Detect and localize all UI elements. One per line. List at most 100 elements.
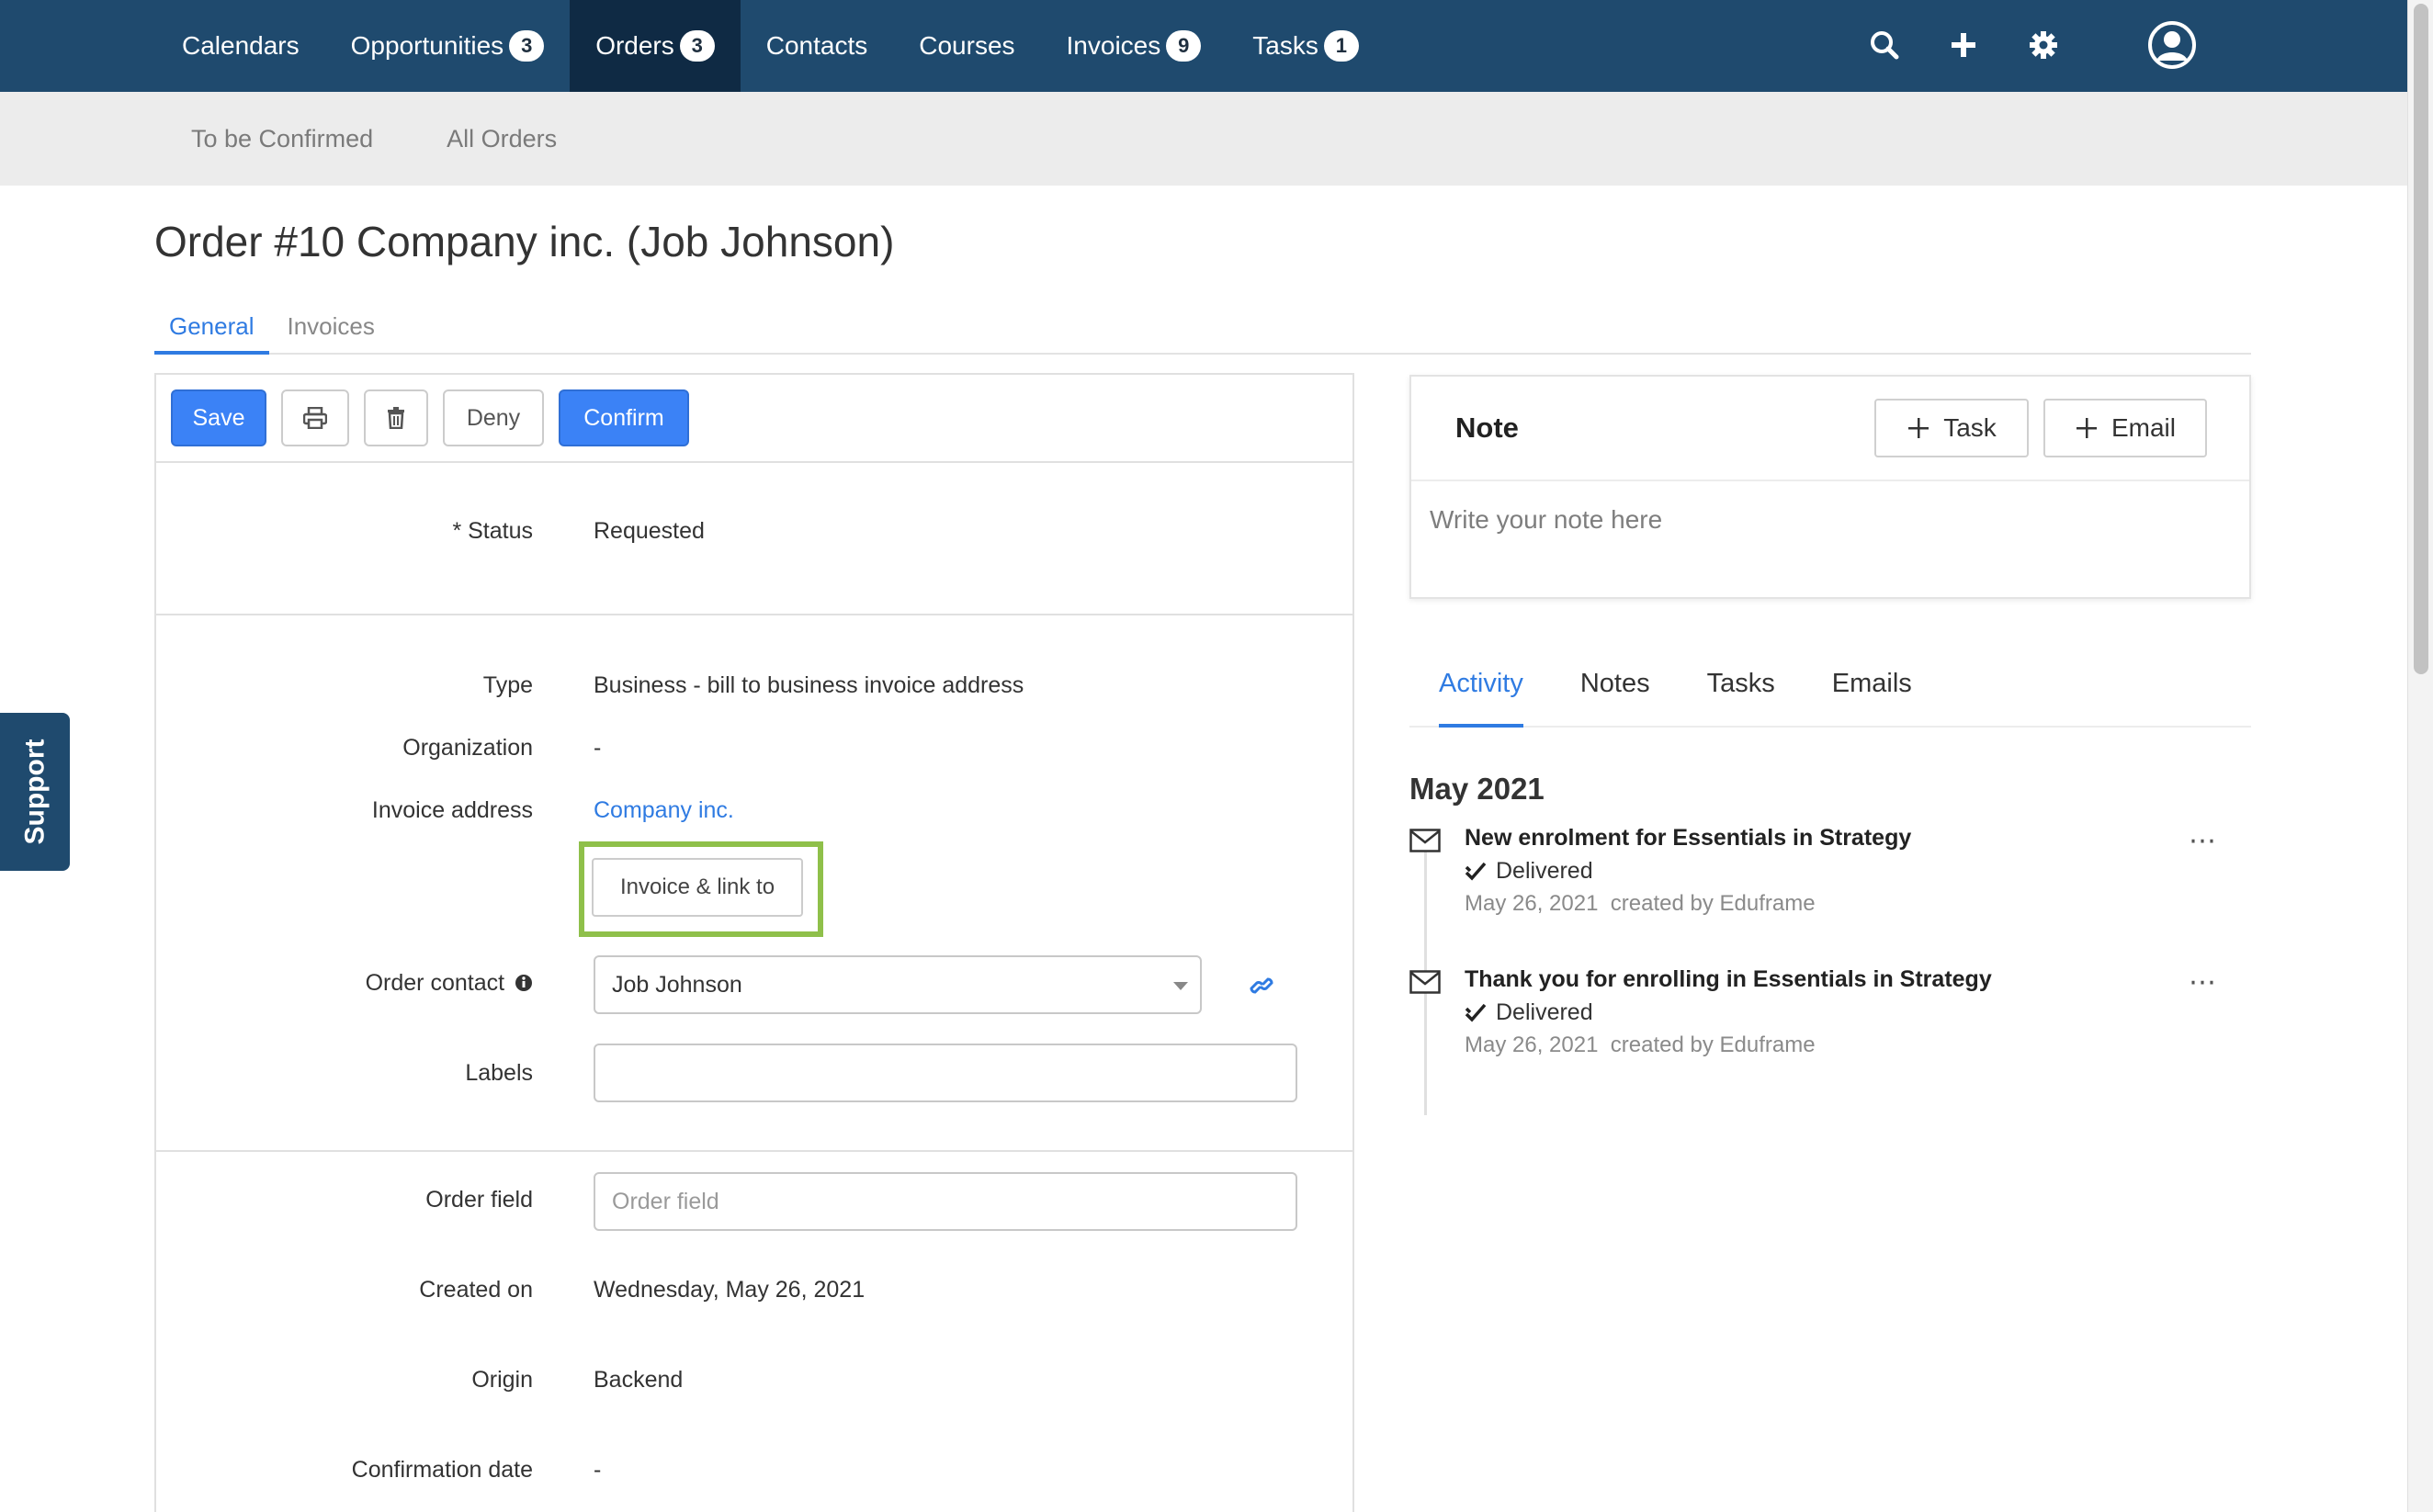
organization-row: Organization - [156, 735, 1352, 772]
entry-created-by: created by Eduframe [1610, 1032, 1816, 1057]
count-badge: 3 [679, 30, 715, 62]
print-button[interactable] [281, 389, 349, 446]
order-contact-label-wrap: Order contact [366, 970, 533, 997]
organization-value: - [594, 735, 602, 761]
nav-item-label: Courses [919, 31, 1015, 60]
timeline-entry: New enrolment for Essentials in Strategy… [1409, 825, 2251, 935]
activity-tabs: Activity Notes Tasks Emails [1409, 656, 2251, 728]
origin-value: Backend [594, 1367, 684, 1393]
confirmation-date-row: Confirmation date - [156, 1457, 1352, 1494]
entry-status-label: Delivered [1496, 999, 1593, 1025]
order-field-label: Order field [425, 1187, 533, 1213]
plus-icon [1908, 418, 1929, 438]
nav-item-tasks[interactable]: Tasks 1 [1227, 0, 1385, 92]
confirm-button[interactable]: Confirm [559, 389, 689, 446]
plus-icon [2076, 418, 2097, 438]
double-check-icon [1465, 862, 1487, 881]
count-badge: 9 [1166, 30, 1202, 62]
nav-item-label: Invoices [1066, 31, 1161, 60]
type-label: Type [482, 672, 533, 698]
count-badge: 3 [509, 30, 545, 62]
entry-status: Delivered [1465, 999, 1593, 1026]
plus-icon[interactable] [1941, 22, 1986, 68]
nav-item-opportunities[interactable]: Opportunities 3 [325, 0, 571, 92]
note-card: Note Task Email Write your note here [1409, 375, 2251, 599]
nav-item-label: Tasks [1252, 31, 1318, 60]
nav-item-label: Orders [595, 31, 674, 60]
entry-subject[interactable]: New enrolment for Essentials in Strategy [1465, 825, 1911, 852]
subnav-item-to-be-confirmed[interactable]: To be Confirmed [191, 125, 373, 153]
tab-invoices[interactable]: Invoices [273, 296, 390, 353]
gear-icon[interactable] [2020, 22, 2066, 68]
tab-notes[interactable]: Notes [1580, 656, 1650, 726]
nav-item-calendars[interactable]: Calendars [156, 0, 325, 92]
order-form-panel: Save Deny Confirm * Status Requested Typ… [154, 373, 1354, 1512]
entry-subject[interactable]: Thank you for enrolling in Essentials in… [1465, 966, 1992, 993]
entry-created-by: created by Eduframe [1610, 891, 1816, 916]
scrollbar-thumb[interactable] [2414, 4, 2428, 674]
nav-item-contacts[interactable]: Contacts [741, 0, 894, 92]
created-on-row: Created on Wednesday, May 26, 2021 [156, 1277, 1352, 1314]
delete-button[interactable] [364, 389, 428, 446]
save-button[interactable]: Save [171, 389, 266, 446]
labels-input[interactable] [594, 1044, 1297, 1102]
created-on-value: Wednesday, May 26, 2021 [594, 1277, 866, 1303]
support-tab[interactable]: Support [0, 713, 70, 871]
entry-meta: May 26, 2021 created by Eduframe [1465, 1032, 1816, 1058]
note-header: Note Task Email [1411, 377, 2249, 481]
order-field-input[interactable]: Order field [594, 1172, 1297, 1231]
entry-status-label: Delivered [1496, 858, 1593, 884]
envelope-icon [1409, 829, 1441, 852]
invoice-link-button[interactable]: Invoice & link to [592, 858, 803, 917]
note-title: Note [1455, 412, 1519, 444]
deny-button[interactable]: Deny [443, 389, 544, 446]
nav-item-label: Contacts [765, 31, 868, 60]
note-input[interactable]: Write your note here [1430, 505, 1662, 535]
nav-item-invoices[interactable]: Invoices 9 [1041, 0, 1228, 92]
support-label: Support [19, 739, 51, 845]
nav-item-courses[interactable]: Courses [893, 0, 1040, 92]
order-contact-select[interactable]: Job Johnson [594, 955, 1202, 1014]
order-contact-value: Job Johnson [612, 971, 742, 998]
tab-tasks[interactable]: Tasks [1707, 656, 1775, 726]
invoice-address-row: Invoice address Company inc. [156, 797, 1352, 834]
add-task-button[interactable]: Task [1874, 399, 2029, 457]
confirmation-date-value: - [594, 1457, 602, 1483]
timeline-month: May 2021 [1409, 772, 1545, 806]
type-value: Business - bill to business invoice addr… [594, 672, 1024, 698]
status-value: Requested [594, 518, 705, 544]
top-navigation: Calendars Opportunities 3 Orders 3 Conta… [0, 0, 2407, 92]
more-options-icon[interactable]: ⋯ [2189, 966, 2218, 999]
add-task-label: Task [1943, 413, 1997, 442]
tab-activity[interactable]: Activity [1439, 656, 1523, 728]
invoice-address-label: Invoice address [371, 797, 533, 823]
entry-date: May 26, 2021 [1465, 891, 1599, 916]
count-badge: 1 [1323, 30, 1359, 62]
invoice-address-link[interactable]: Company inc. [594, 797, 734, 824]
info-icon[interactable] [515, 974, 533, 992]
subnav-item-all-orders[interactable]: All Orders [447, 125, 557, 153]
page-title: Order #10 Company inc. (Job Johnson) [154, 218, 895, 265]
user-avatar-icon[interactable] [2144, 17, 2200, 73]
page-scrollbar[interactable] [2407, 0, 2433, 1512]
status-row: * Status Requested [156, 518, 1352, 555]
sub-navigation: To be Confirmed All Orders [0, 92, 2407, 186]
search-icon[interactable] [1862, 22, 1907, 68]
status-section: * Status Requested [156, 463, 1352, 615]
trash-icon [388, 407, 404, 429]
add-email-button[interactable]: Email [2043, 399, 2207, 457]
meta-section: Order field Order field Created on Wedne… [156, 1152, 1352, 1512]
entry-meta: May 26, 2021 created by Eduframe [1465, 891, 1816, 917]
timeline-entry: Thank you for enrolling in Essentials in… [1409, 966, 2251, 1077]
link-icon[interactable] [1250, 974, 1273, 998]
created-on-label: Created on [419, 1277, 533, 1303]
nav-item-orders[interactable]: Orders 3 [570, 0, 741, 92]
add-email-label: Email [2110, 413, 2176, 442]
origin-label: Origin [471, 1367, 533, 1393]
details-section: Type Business - bill to business invoice… [156, 615, 1352, 1152]
tab-general[interactable]: General [154, 296, 269, 355]
more-options-icon[interactable]: ⋯ [2189, 825, 2218, 857]
highlight-box: Invoice & link to [579, 841, 823, 937]
tab-emails[interactable]: Emails [1832, 656, 1912, 726]
type-row: Type Business - bill to business invoice… [156, 672, 1352, 709]
